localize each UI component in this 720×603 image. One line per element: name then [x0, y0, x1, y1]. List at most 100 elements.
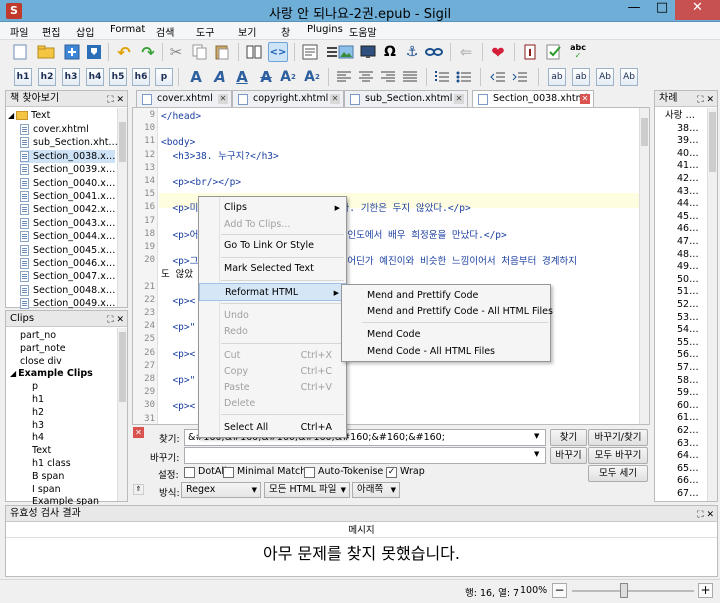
context-menu-item[interactable]: Select All Ctrl+A	[199, 419, 346, 437]
panel-float-close-icon[interactable]: ⛶ ✕	[107, 312, 124, 328]
toc-scrollbar[interactable]	[707, 108, 717, 501]
clip-item[interactable]: p	[32, 380, 38, 393]
align-justify-icon[interactable]	[400, 67, 420, 87]
clip-item[interactable]: part_note	[20, 342, 66, 355]
toc-item[interactable]: 64…	[677, 449, 699, 462]
align-center-icon[interactable]	[356, 67, 376, 87]
count-all-button[interactable]: 모두 세기	[588, 465, 648, 482]
toc-item[interactable]: 67…	[677, 487, 699, 500]
search-direction-select[interactable]: 아래쪽 ▼	[352, 482, 400, 498]
toc-item[interactable]: 44…	[677, 197, 699, 210]
menu-window[interactable]: 창	[281, 24, 290, 39]
context-menu-item[interactable]: Reformat HTML ▶	[199, 283, 346, 301]
copy-icon[interactable]	[190, 42, 210, 62]
toc-item[interactable]: 53…	[677, 311, 699, 324]
minimize-button[interactable]: —	[619, 0, 649, 20]
menu-help[interactable]: 도움말	[349, 24, 377, 39]
clip-group[interactable]: ◢ Example Clips	[10, 367, 93, 380]
file-item[interactable]: Section_0040.x…	[20, 177, 115, 190]
file-item[interactable]: Section_0043.x…	[20, 217, 115, 230]
subscript-icon[interactable]: A2	[278, 67, 298, 87]
find-history-chevron-icon[interactable]: ▼	[534, 432, 539, 440]
validate-icon[interactable]	[544, 42, 564, 62]
toc-item[interactable]: 65…	[677, 462, 699, 475]
message-column-header[interactable]: 메시지	[6, 523, 717, 538]
close-tab-icon[interactable]: ✕	[330, 94, 340, 104]
info-icon[interactable]	[520, 42, 540, 62]
metadata-editor-icon[interactable]	[300, 42, 320, 62]
file-item[interactable]: Section_0039.x…	[20, 163, 115, 176]
book-browser-scrollbar[interactable]	[117, 108, 127, 307]
close-tab-icon[interactable]: ✕	[580, 94, 590, 104]
zoom-out-button[interactable]: −	[552, 583, 567, 598]
back-arrow-icon[interactable]: ⇐	[456, 42, 476, 62]
uppercase-button[interactable]: ab	[572, 68, 590, 86]
list-numbered-icon[interactable]	[432, 67, 452, 87]
italic-icon[interactable]: A	[210, 67, 230, 87]
context-menu-item[interactable]: Go To Link Or Style	[199, 237, 346, 255]
panel-float-close-icon[interactable]: ⛶ ✕	[697, 92, 714, 108]
heading-2-button[interactable]: h2	[38, 68, 56, 86]
file-item[interactable]: Section_0049.x…	[20, 297, 115, 310]
heading-4-button[interactable]: h4	[86, 68, 104, 86]
toc-item[interactable]: 66…	[677, 474, 699, 487]
reformat-submenu-item[interactable]: Mend and Prettify Code - All HTML Files	[342, 303, 553, 321]
heading-5-button[interactable]: h5	[109, 68, 127, 86]
replace-find-button[interactable]: 바꾸기/찾기	[588, 429, 648, 446]
toc-item[interactable]: 40…	[677, 147, 699, 160]
zoom-slider-handle[interactable]	[620, 583, 628, 598]
menu-format[interactable]: Format	[110, 24, 145, 35]
file-item[interactable]: Section_0044.x…	[20, 230, 115, 243]
sentencecase-button[interactable]: Ab	[620, 68, 638, 86]
align-right-icon[interactable]	[378, 67, 398, 87]
menu-edit[interactable]: 편집	[42, 24, 60, 39]
bold-icon[interactable]: A	[186, 67, 206, 87]
anchor-icon[interactable]: ⚓	[402, 42, 422, 62]
file-item[interactable]: Section_0047.x…	[20, 270, 115, 283]
file-item[interactable]: Section_0038.x…	[20, 149, 116, 163]
toc-item[interactable]: 39…	[677, 134, 699, 147]
minimal-match-checkbox[interactable]	[223, 467, 234, 478]
toc-item[interactable]: 48…	[677, 248, 699, 261]
tab-cover[interactable]: cover.xhtml ✕	[136, 90, 232, 108]
heading-1-button[interactable]: h1	[14, 68, 32, 86]
list-bullet-icon[interactable]	[454, 67, 474, 87]
toc-item[interactable]: 51…	[677, 285, 699, 298]
clip-item[interactable]: close div	[20, 355, 62, 368]
panel-float-close-icon[interactable]: ⛶ ✕	[107, 92, 124, 108]
toc-item[interactable]: 52…	[677, 298, 699, 311]
toc-item[interactable]: 57…	[677, 361, 699, 374]
toc-item[interactable]: 59…	[677, 386, 699, 399]
toc-item[interactable]: 47…	[677, 235, 699, 248]
file-item[interactable]: sub_Section.xht…	[20, 136, 118, 149]
toc-item[interactable]: 60…	[677, 399, 699, 412]
new-file-icon[interactable]	[10, 42, 30, 62]
titlecase-button[interactable]: Ab	[596, 68, 614, 86]
clip-item[interactable]: part_no	[20, 329, 56, 342]
add-file-icon[interactable]	[62, 42, 82, 62]
image-icon[interactable]	[336, 42, 356, 62]
superscript-icon[interactable]: A2	[302, 67, 322, 87]
open-folder-icon[interactable]	[36, 42, 56, 62]
toc-item[interactable]: 49…	[677, 260, 699, 273]
spellcheck-icon[interactable]: abc ✓	[568, 42, 588, 62]
context-menu-item[interactable]: Delete	[199, 395, 346, 413]
cut-icon[interactable]: ✂	[166, 42, 186, 62]
heart-icon[interactable]: ❤	[488, 42, 508, 62]
close-tab-icon[interactable]: ✕	[454, 94, 464, 104]
search-scope-select[interactable]: 모든 HTML 파일 ▼	[264, 482, 350, 498]
close-tab-icon[interactable]: ✕	[218, 94, 228, 104]
context-menu-item[interactable]: Clips ▶	[199, 199, 346, 217]
replace-history-chevron-icon[interactable]: ▼	[534, 450, 539, 458]
file-item[interactable]: Section_0042.x…	[20, 203, 115, 216]
wrap-checkbox[interactable]: ✓	[386, 467, 397, 478]
toc-item[interactable]: 50…	[677, 273, 699, 286]
file-item[interactable]: Section_0046.x…	[20, 257, 115, 270]
toc-item[interactable]: 41…	[677, 159, 699, 172]
strikethrough-icon[interactable]: A	[256, 67, 276, 87]
toc-item[interactable]: 63…	[677, 437, 699, 450]
paste-icon[interactable]	[212, 42, 232, 62]
menu-plugins[interactable]: Plugins	[307, 24, 343, 35]
file-item[interactable]: Section_0041.x…	[20, 190, 115, 203]
save-icon[interactable]	[84, 42, 104, 62]
